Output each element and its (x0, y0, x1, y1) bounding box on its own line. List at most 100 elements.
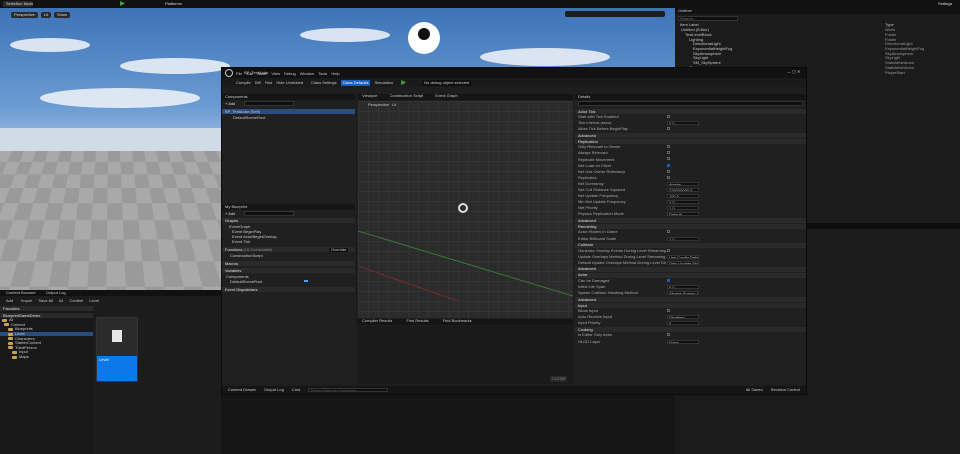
details-section[interactable]: Advanced (575, 133, 806, 139)
platforms-button[interactable]: Platforms (165, 2, 182, 6)
path-all[interactable]: All (59, 299, 63, 303)
tab-find-results[interactable]: Find Results (406, 319, 428, 325)
event-graph-item[interactable]: EventGraph (226, 224, 253, 229)
details-checkbox[interactable] (667, 115, 670, 118)
mybp-search-input[interactable] (244, 211, 294, 216)
class-settings-button[interactable]: Class Settings (311, 81, 337, 85)
content-add-button[interactable]: Add (4, 298, 16, 303)
tab-event-graph[interactable]: Event Graph (435, 94, 457, 100)
console-input[interactable]: Enter Console Command (308, 388, 389, 392)
components-category[interactable]: Components (226, 275, 249, 279)
details-value-field[interactable]: 0.0 (667, 284, 699, 289)
selection-mode-button[interactable]: Selection Mode (3, 1, 33, 7)
component-scene-root[interactable]: DefaultSceneRoot (230, 115, 268, 120)
compile-button[interactable]: Compile (236, 81, 251, 85)
components-add-button[interactable]: + Add (225, 102, 235, 106)
col-type[interactable]: Type (885, 23, 894, 27)
lit-button[interactable]: Lit (41, 12, 52, 18)
event-item[interactable]: Event Tick (232, 240, 250, 244)
tab-content-browser[interactable]: Content Browser (6, 291, 36, 295)
window-controls-icon[interactable]: — ▢ ✕ (787, 70, 800, 74)
details-value-field[interactable]: Only Update Movable (667, 260, 699, 265)
variable-default-root[interactable]: DefaultSceneRoot (230, 280, 262, 284)
variables-section[interactable]: Variables (222, 268, 355, 273)
content-tree-item[interactable]: Maps (0, 355, 93, 360)
menu-item[interactable]: Asset (257, 72, 267, 76)
bp-viewport[interactable]: Perspective Lit (358, 101, 573, 318)
details-value-field[interactable]: 225000000.0 (667, 187, 699, 192)
details-section[interactable]: Advanced (575, 297, 806, 303)
content-save-all-button[interactable]: Save All (38, 299, 52, 303)
details-value-field[interactable]: Awake (667, 181, 699, 186)
mybp-add-button[interactable]: + Add (225, 212, 235, 216)
find-button[interactable]: Find (265, 81, 273, 85)
debug-filter-dropdown[interactable]: No debug object selected (422, 79, 472, 86)
perspective-button[interactable]: Perspective (11, 12, 38, 18)
details-checkbox[interactable] (667, 151, 670, 155)
player-start-icon[interactable] (408, 22, 440, 54)
macros-section[interactable]: Macros (222, 261, 355, 266)
diff-button[interactable]: Diff (255, 81, 261, 85)
details-value-field[interactable]: Default (667, 212, 699, 217)
details-value-field[interactable]: 100.0 (667, 194, 699, 199)
details-checkbox[interactable] (667, 169, 670, 173)
asset-tile[interactable]: Level (96, 317, 138, 382)
details-checkbox[interactable] (667, 309, 670, 313)
details-checkbox[interactable] (667, 248, 670, 252)
menu-item[interactable]: Window (300, 72, 314, 76)
content-drawer-button[interactable]: Content Drawer (228, 388, 256, 392)
construction-script-item[interactable]: ConstructionScript (230, 254, 263, 258)
path-content[interactable]: Content (69, 299, 83, 303)
details-value-field[interactable]: Use Config Default (667, 254, 699, 259)
details-checkbox[interactable] (667, 157, 670, 161)
event-item[interactable]: Event ActorBeginOverlap (232, 235, 277, 239)
tab-viewport[interactable]: Viewport (362, 94, 378, 100)
components-search-input[interactable] (244, 101, 294, 106)
details-checkbox[interactable] (667, 127, 670, 131)
cmd-dropdown[interactable]: Cmd (292, 388, 300, 392)
details-value-field[interactable]: 0 (667, 321, 699, 326)
show-button[interactable]: Show (54, 12, 71, 18)
details-value-field[interactable]: Always Spawn, Ignore Collisions (667, 291, 699, 296)
component-root[interactable]: BP_TestActor (Self) (222, 109, 355, 114)
viewport-snap-controls[interactable] (565, 11, 665, 17)
details-section[interactable]: Advanced (575, 218, 806, 224)
menu-item[interactable]: Help (331, 72, 339, 76)
graphs-section[interactable]: Graphs (222, 218, 355, 223)
menu-item[interactable]: Tools (318, 72, 327, 76)
tab-compiler-results[interactable]: Compiler Results (362, 319, 392, 325)
details-search-input[interactable] (578, 101, 803, 106)
override-dropdown[interactable]: Override (329, 248, 349, 252)
menu-item[interactable]: Debug (284, 72, 296, 76)
event-item[interactable]: Event BeginPlay (232, 230, 261, 234)
details-value-field[interactable]: Disabled (667, 315, 699, 320)
play-icon[interactable] (120, 1, 125, 6)
class-defaults-button[interactable]: Class Defaults (340, 79, 371, 86)
details-section[interactable]: Advanced (575, 266, 806, 272)
details-checkbox[interactable] (667, 163, 670, 167)
details-value-field[interactable]: 1.0 (667, 236, 699, 241)
details-value-field[interactable]: 2.0 (667, 200, 699, 205)
menu-item[interactable]: Edit (246, 72, 253, 76)
clear-button[interactable]: CLEAR (550, 376, 568, 382)
details-checkbox[interactable] (667, 175, 670, 179)
details-checkbox[interactable] (667, 278, 670, 282)
menu-item[interactable]: View (271, 72, 280, 76)
details-value-field[interactable]: 1.0 (667, 206, 699, 211)
hide-unrelated-button[interactable]: Hide Unrelated (276, 81, 303, 85)
content-import-button[interactable]: Import (21, 299, 32, 303)
settings-button[interactable]: Settings (938, 2, 952, 6)
menu-item[interactable]: File (236, 72, 242, 76)
details-checkbox[interactable] (667, 333, 670, 337)
details-checkbox[interactable] (667, 145, 670, 149)
dispatchers-section[interactable]: Event Dispatchers (222, 287, 355, 292)
details-value-field[interactable]: None (667, 339, 699, 344)
details-value-field[interactable]: 0.0 (667, 121, 699, 126)
revision-control-button[interactable]: Revision Control (771, 388, 806, 392)
details-checkbox[interactable] (667, 230, 670, 234)
path-level[interactable]: Level (89, 299, 99, 303)
favorites-section[interactable]: Favorites (0, 306, 93, 311)
col-item-label[interactable]: Item Label (680, 23, 800, 27)
simulation-button[interactable]: Simulation (374, 81, 393, 85)
all-saved-status[interactable]: All Saved (746, 388, 763, 392)
